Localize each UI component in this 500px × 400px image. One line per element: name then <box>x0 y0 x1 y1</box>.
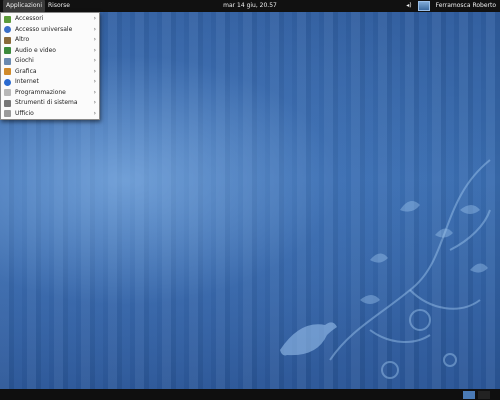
chevron-right-icon: › <box>93 46 96 54</box>
chevron-right-icon: › <box>93 25 96 33</box>
menu-item-label: Altro <box>15 36 30 43</box>
menu-item-grafica[interactable]: Grafica › <box>1 67 99 78</box>
chevron-right-icon: › <box>93 109 96 117</box>
menu-item-label: Accesso universale <box>15 25 73 33</box>
user-menu[interactable]: Ferramosca Roberto <box>436 0 496 12</box>
applications-dropdown: Accessori › Accesso universale › Altro ›… <box>0 12 100 120</box>
menu-item-label: Accessori <box>15 15 44 22</box>
menu-item-label: Giochi <box>15 57 34 64</box>
chevron-right-icon: › <box>93 36 96 43</box>
places-menu[interactable]: Risorse <box>45 0 73 12</box>
menu-item-label: Strumenti di sistema <box>15 99 78 106</box>
chevron-right-icon: › <box>93 15 96 22</box>
bottom-panel <box>0 389 500 400</box>
development-icon <box>4 89 11 97</box>
workspace-switcher-1[interactable] <box>463 391 475 399</box>
chevron-right-icon: › <box>93 99 96 106</box>
chevron-right-icon: › <box>93 78 96 85</box>
menu-item-audio-e-video[interactable]: Audio e video › <box>1 46 99 57</box>
menu-item-internet[interactable]: Internet › <box>1 77 99 88</box>
multimedia-icon <box>4 47 11 55</box>
menu-item-label: Programmazione <box>15 88 66 96</box>
system-tray: ◂) Ferramosca Roberto <box>406 0 496 12</box>
menu-item-giochi[interactable]: Giochi › <box>1 56 99 67</box>
top-panel: Applicazioni Risorse mar 14 giu, 20.57 ◂… <box>0 0 500 12</box>
menu-item-strumenti-di-sistema[interactable]: Strumenti di sistema › <box>1 98 99 109</box>
graphics-icon <box>4 68 11 76</box>
system-tools-icon <box>4 99 11 107</box>
menu-item-altro[interactable]: Altro › <box>1 35 99 46</box>
applications-menu[interactable]: Applicazioni <box>3 0 45 12</box>
bird-wallpaper-decoration <box>280 159 491 379</box>
chevron-right-icon: › <box>93 57 96 64</box>
menu-item-label: Grafica <box>15 67 37 75</box>
menu-item-accesso-universale[interactable]: Accesso universale › <box>1 25 99 36</box>
menu-item-label: Ufficio <box>15 109 34 117</box>
other-icon <box>4 36 11 44</box>
chevron-right-icon: › <box>93 88 96 96</box>
clock[interactable]: mar 14 giu, 20.57 <box>200 0 300 12</box>
menu-item-label: Internet <box>15 78 39 85</box>
chevron-right-icon: › <box>93 67 96 75</box>
accessories-icon <box>4 15 11 23</box>
internet-icon <box>4 78 11 86</box>
accessibility-icon <box>4 26 11 34</box>
menu-item-accessori[interactable]: Accessori › <box>1 14 99 25</box>
speaker-icon[interactable]: ◂) <box>406 0 411 12</box>
menu-item-programmazione[interactable]: Programmazione › <box>1 88 99 99</box>
office-icon <box>4 110 11 118</box>
menu-item-ufficio[interactable]: Ufficio › <box>1 109 99 120</box>
menu-item-label: Audio e video <box>15 46 56 54</box>
workspace-switcher-2[interactable] <box>478 391 490 399</box>
user-avatar-icon[interactable] <box>417 1 430 11</box>
games-icon <box>4 57 11 65</box>
